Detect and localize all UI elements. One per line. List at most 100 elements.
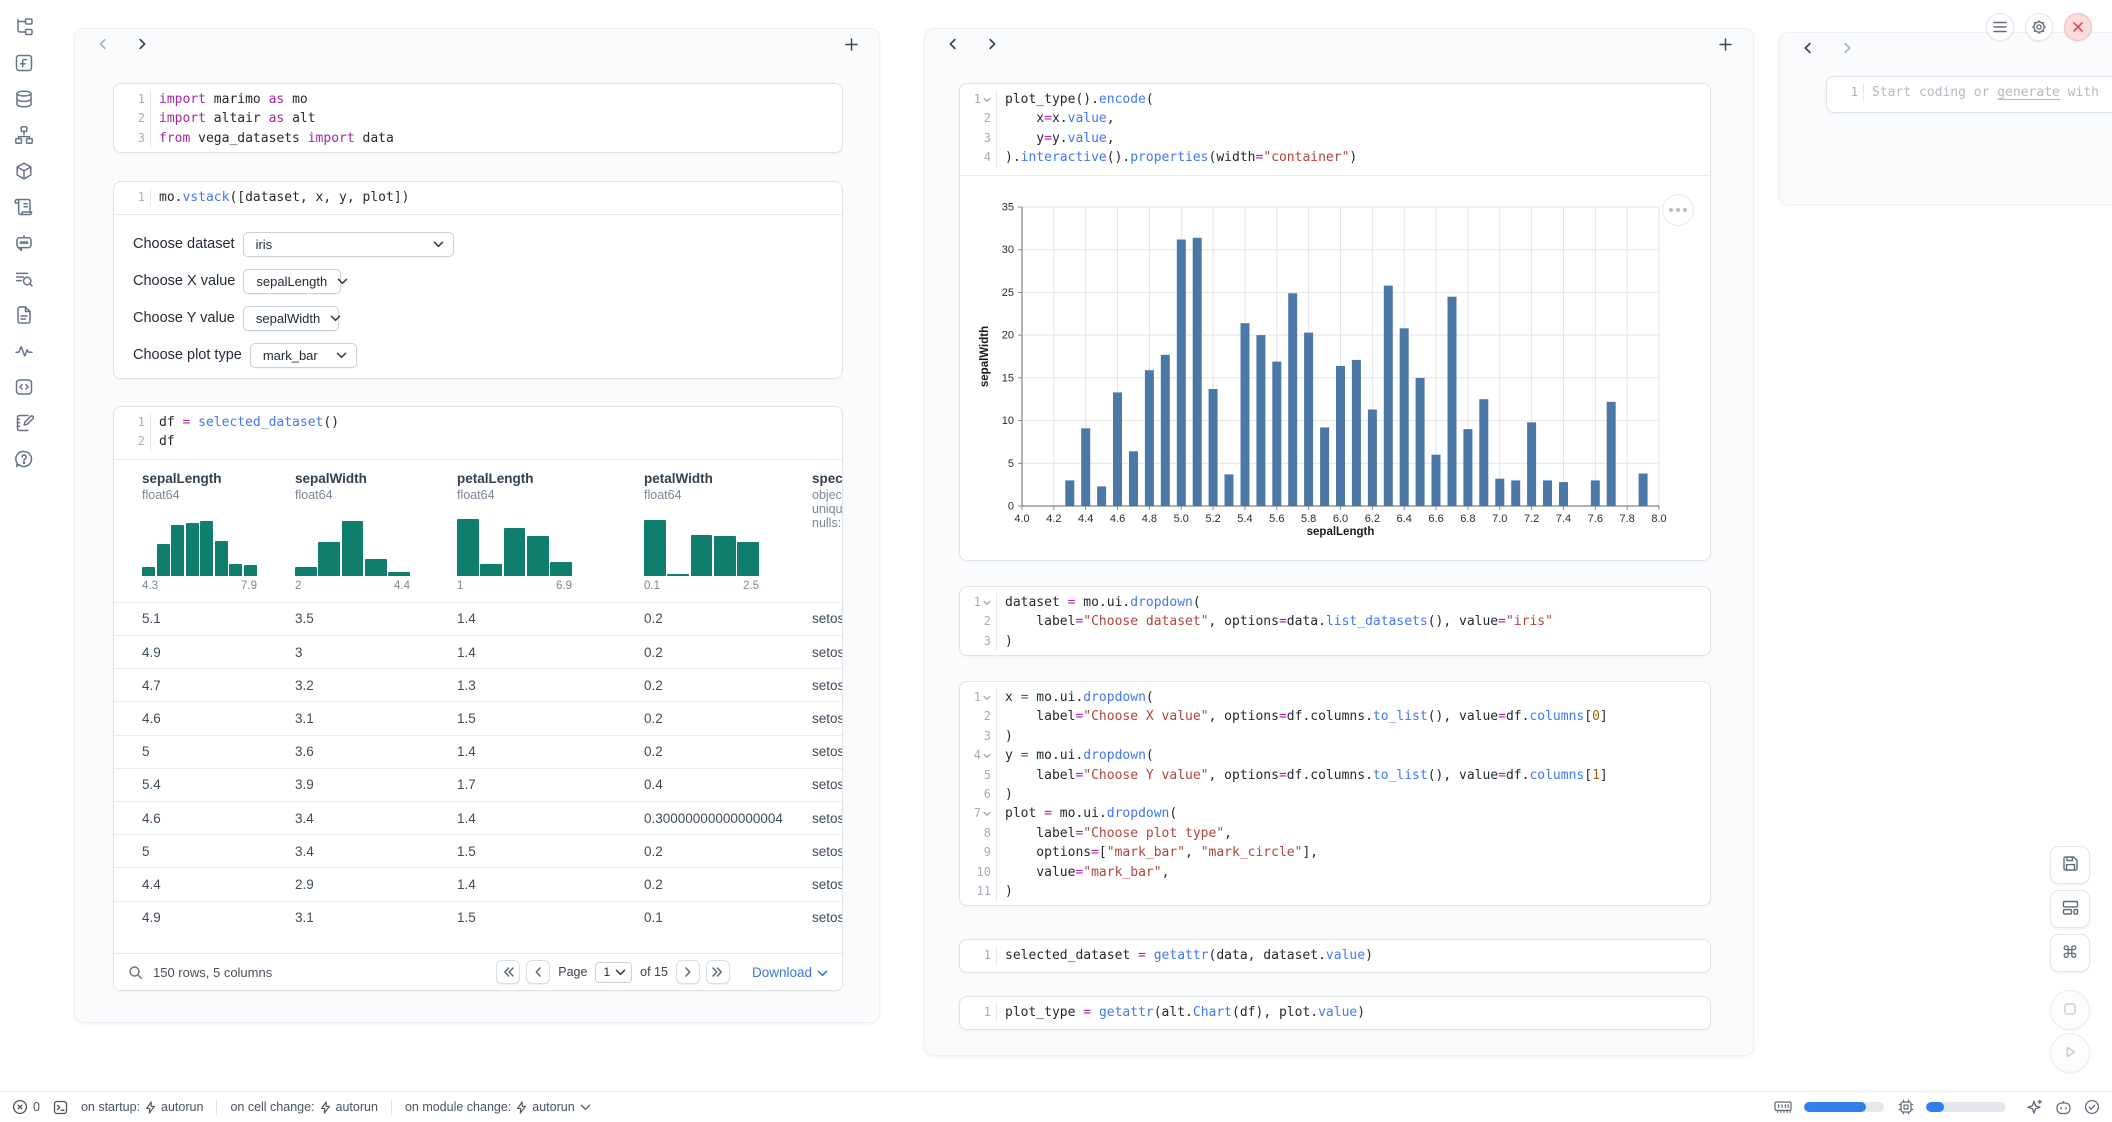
column-name[interactable]: petalWidth <box>644 471 812 486</box>
code-editor[interactable]: 1selected_dataset = getattr(data, datase… <box>960 940 1710 972</box>
table-row[interactable]: 4.93.11.50.1setosa <box>114 901 842 934</box>
table-row[interactable]: 53.61.40.2setosa <box>114 735 842 768</box>
save-button[interactable] <box>2050 846 2090 884</box>
code-editor[interactable]: 1mo.vstack([dataset, x, y, plot]) <box>114 182 842 214</box>
add-cell-button[interactable] <box>1714 33 1736 55</box>
code-editor[interactable]: 1dataset = mo.ui.dropdown(2 label="Choos… <box>960 587 1710 656</box>
choose-x-value-select[interactable]: sepalLength <box>243 269 341 294</box>
download-button[interactable]: Download <box>752 965 828 980</box>
column-histogram[interactable]: 24.4 <box>295 514 410 592</box>
dependency-graph-icon[interactable] <box>11 122 37 148</box>
layout-button[interactable] <box>2050 890 2090 928</box>
code-editor[interactable]: 1df = selected_dataset()2df <box>114 407 842 459</box>
help-icon[interactable] <box>11 446 37 472</box>
runtime-config-item[interactable]: on module change: autorun <box>405 1100 591 1114</box>
move-right-button[interactable] <box>1836 37 1858 59</box>
column-name[interactable]: species <box>812 471 842 486</box>
table-row[interactable]: 4.42.91.40.2setosa <box>114 867 842 900</box>
table-row[interactable]: 5.43.91.70.4setosa <box>114 768 842 801</box>
search-icon[interactable] <box>128 965 143 980</box>
stop-button[interactable] <box>2050 990 2090 1030</box>
move-left-button[interactable] <box>942 33 964 55</box>
table-row[interactable]: 4.73.21.30.2setosa <box>114 668 842 701</box>
notebook-cell[interactable]: 1x = mo.ui.dropdown(2 label="Choose X va… <box>959 681 1711 906</box>
tracing-activity-icon[interactable] <box>11 338 37 364</box>
notebook-cell[interactable]: 1import marimo as mo2import altair as al… <box>113 83 843 153</box>
fold-chevron-icon[interactable] <box>983 811 991 817</box>
first-page-button[interactable] <box>496 960 520 984</box>
table-row[interactable]: 4.931.40.2setosa <box>114 635 842 668</box>
fold-chevron-icon[interactable] <box>983 600 991 606</box>
runtime-config-item[interactable]: on cell change: autorun <box>230 1100 378 1114</box>
chevron-down-icon <box>433 241 444 248</box>
fold-chevron-icon[interactable] <box>983 695 991 701</box>
document-icon[interactable] <box>11 302 37 328</box>
table-row[interactable]: 4.63.11.50.2setosa <box>114 701 842 734</box>
table-row[interactable]: 5.13.51.40.2setosa <box>114 602 842 635</box>
svg-text:7.4: 7.4 <box>1556 513 1571 525</box>
fold-chevron-icon[interactable] <box>983 97 991 103</box>
database-icon[interactable] <box>11 86 37 112</box>
code-editor[interactable]: 1Start coding or generate with <box>1827 77 2112 109</box>
line-number: 7 <box>960 804 997 823</box>
notebook-cell[interactable]: 1Start coding or generate with <box>1826 76 2112 113</box>
move-left-button[interactable] <box>92 33 114 55</box>
check-circle-icon[interactable] <box>2084 1099 2100 1115</box>
move-right-button[interactable] <box>131 33 153 55</box>
page-select[interactable]: 1 <box>595 962 632 983</box>
notebook-cell[interactable]: 1plot_type = getattr(alt.Chart(df), plot… <box>959 996 1711 1030</box>
terminal-button[interactable] <box>53 1100 68 1115</box>
scroll-text-icon[interactable] <box>11 194 37 220</box>
table-row[interactable]: 53.41.50.2setosa <box>114 834 842 867</box>
code-line: 11) <box>960 882 1710 901</box>
choose-plot-type-select[interactable]: mark_bar <box>250 343 357 368</box>
notebook-cell[interactable]: 1dataset = mo.ui.dropdown(2 label="Choos… <box>959 586 1711 656</box>
column-histogram[interactable]: 4.37.9 <box>142 514 257 592</box>
code-editor[interactable]: 1plot_type().encode(2 x=x.value,3 y=y.va… <box>960 84 1710 175</box>
command-palette-button[interactable]: ⌘ <box>2050 934 2090 972</box>
notebook-cell[interactable]: 1selected_dataset = getattr(data, datase… <box>959 939 1711 973</box>
snippets-code-icon[interactable] <box>11 374 37 400</box>
file-tree-icon[interactable] <box>11 14 37 40</box>
run-button[interactable] <box>2050 1033 2090 1073</box>
runtime-config-item[interactable]: on startup: autorun <box>81 1100 203 1114</box>
altair-bar-chart[interactable]: 4.04.24.44.64.85.05.25.45.65.86.06.26.46… <box>960 176 1710 560</box>
table-row[interactable]: 4.63.41.40.30000000000000004setosa <box>114 801 842 834</box>
function-square-icon[interactable] <box>11 50 37 76</box>
column-name[interactable]: sepalWidth <box>295 471 457 486</box>
column-name[interactable]: sepalLength <box>142 471 295 486</box>
next-page-button[interactable] <box>676 960 700 984</box>
logs-search-icon[interactable] <box>11 266 37 292</box>
column-name[interactable]: petalLength <box>457 471 644 486</box>
prev-page-button[interactable] <box>526 960 550 984</box>
svg-text:7.2: 7.2 <box>1524 513 1539 525</box>
code-editor[interactable]: 1plot_type = getattr(alt.Chart(df), plot… <box>960 997 1710 1029</box>
choose-y-value-select[interactable]: sepalWidth <box>243 306 339 331</box>
assistant-icon[interactable] <box>2055 1100 2072 1115</box>
notebook-cell[interactable]: 1plot_type().encode(2 x=x.value,3 y=y.va… <box>959 83 1711 561</box>
code-editor[interactable]: 1x = mo.ui.dropdown(2 label="Choose X va… <box>960 682 1710 906</box>
close-icon[interactable] <box>2064 13 2092 41</box>
choose-dataset-select[interactable]: iris <box>243 232 454 257</box>
last-page-button[interactable] <box>706 960 730 984</box>
menu-button[interactable] <box>1986 13 2014 41</box>
move-left-button[interactable] <box>1797 37 1819 59</box>
add-cell-button[interactable] <box>840 33 862 55</box>
error-count-badge[interactable]: 0 <box>12 1099 40 1115</box>
package-icon[interactable] <box>11 158 37 184</box>
fold-chevron-icon[interactable] <box>983 753 991 759</box>
table-cell: 5 <box>142 844 295 859</box>
chat-bot-icon[interactable] <box>11 230 37 256</box>
column-histogram[interactable]: 0.12.5 <box>644 514 759 592</box>
scratchpad-icon[interactable] <box>11 410 37 436</box>
column-histogram[interactable]: 16.9 <box>457 514 572 592</box>
sparkles-icon[interactable] <box>2026 1099 2043 1116</box>
column-type: float64 <box>457 488 644 502</box>
notebook-cell[interactable]: 1mo.vstack([dataset, x, y, plot]) Choose… <box>113 181 843 379</box>
notebook-cell[interactable]: 1df = selected_dataset()2df sepalLength f… <box>113 406 843 991</box>
chart-actions-button[interactable] <box>1662 194 1694 226</box>
code-editor[interactable]: 1import marimo as mo2import altair as al… <box>114 84 842 153</box>
chevron-down-icon <box>330 315 341 322</box>
settings-button[interactable] <box>2025 13 2053 41</box>
move-right-button[interactable] <box>981 33 1003 55</box>
